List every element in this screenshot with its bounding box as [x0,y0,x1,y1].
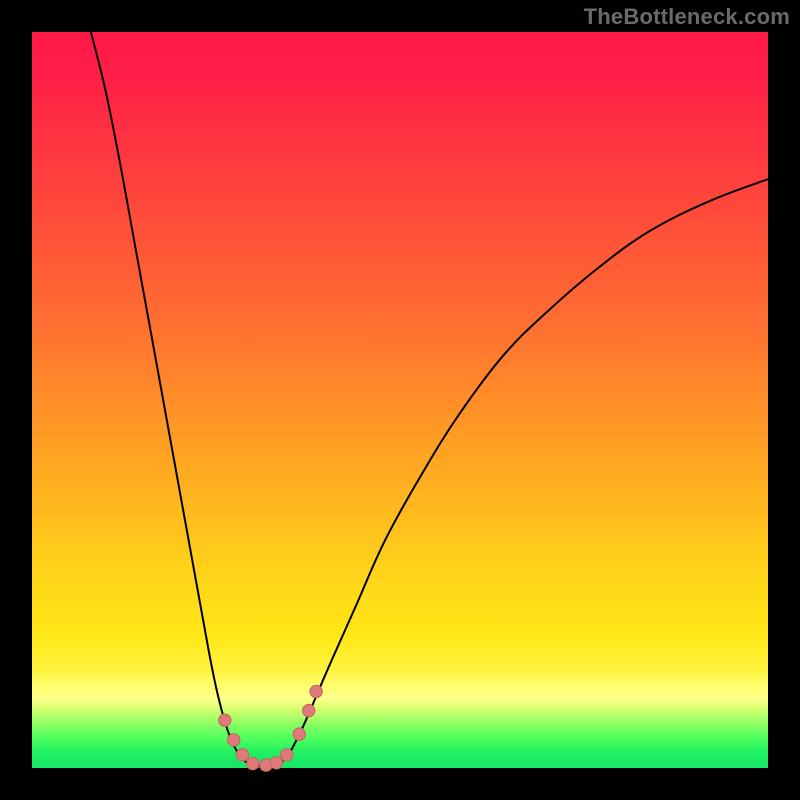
plot-area [32,32,768,768]
valley-marker [310,685,322,697]
valley-marker [303,704,315,716]
valley-marker-group [219,685,323,771]
valley-marker [270,757,282,769]
valley-marker [293,728,305,740]
valley-marker [219,714,231,726]
valley-marker [236,749,248,761]
bottleneck-curve [32,32,768,768]
valley-marker [281,749,293,761]
valley-marker [228,734,240,746]
valley-marker [247,757,259,769]
chart-container: TheBottleneck.com [0,0,800,800]
watermark-text: TheBottleneck.com [584,4,790,30]
curve-path [91,32,768,767]
